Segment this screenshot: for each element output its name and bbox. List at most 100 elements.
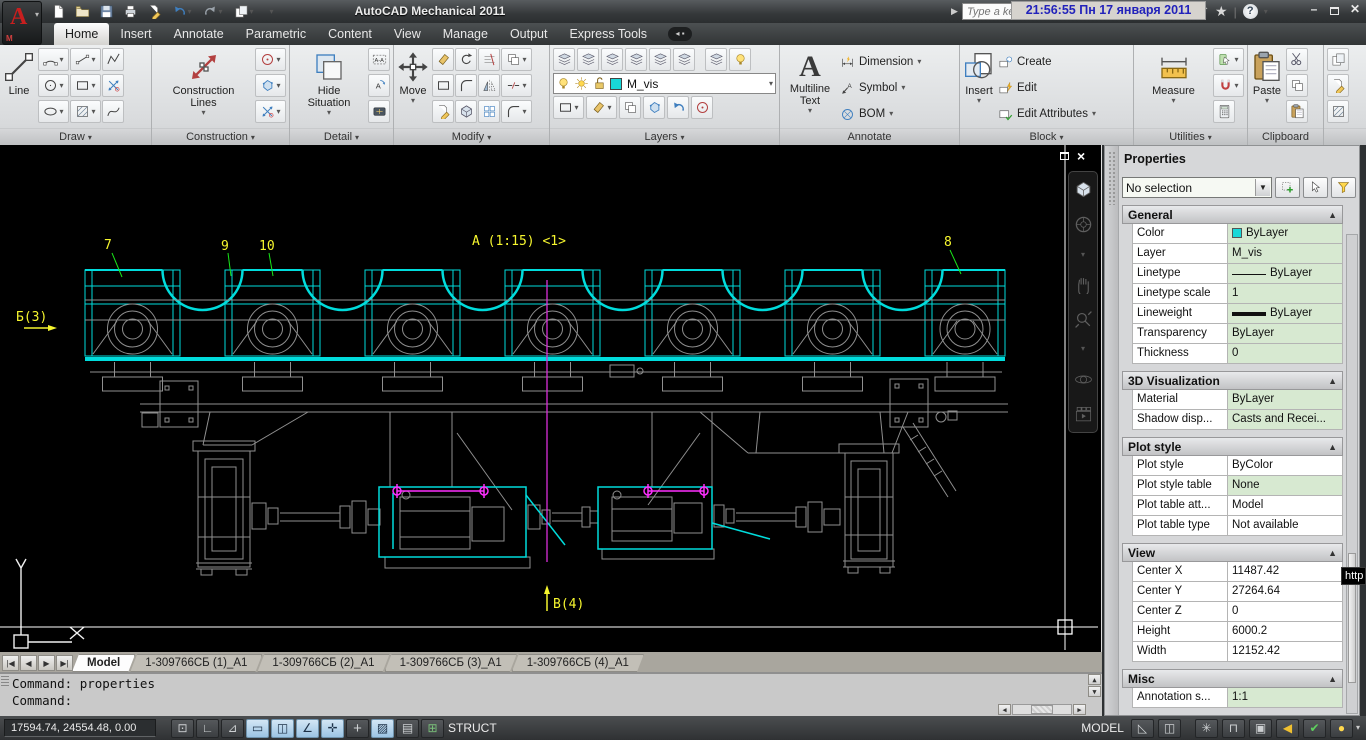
rotate-button[interactable]	[455, 48, 477, 71]
ribbon-extra-button-3[interactable]	[1327, 100, 1349, 123]
tab-output[interactable]: Output	[499, 23, 559, 45]
tab-parametric[interactable]: Parametric	[235, 23, 317, 45]
tab-manage[interactable]: Manage	[432, 23, 499, 45]
hatch-button[interactable]: ▾	[70, 100, 101, 123]
layer-merge-button[interactable]	[691, 96, 713, 119]
scroll-left-icon[interactable]: ◀	[998, 704, 1011, 715]
arc-button[interactable]: ▾	[38, 48, 69, 71]
scroll-right-icon[interactable]: ▶	[1073, 704, 1086, 715]
power-erase-button[interactable]	[432, 48, 454, 71]
layout-tab-1[interactable]: 1-309766СБ (1)_A1	[130, 654, 262, 672]
panel-label-annotate[interactable]: Annotate	[780, 128, 959, 145]
drawing-restore-icon[interactable]	[1060, 152, 1069, 160]
hide-situation-button[interactable]: Hide Situation▾	[293, 48, 365, 128]
erase-construction-button[interactable]: ▾	[255, 100, 286, 123]
tab-insert[interactable]: Insert	[109, 23, 162, 45]
layer-restore-button[interactable]	[667, 96, 689, 119]
plot-button[interactable]	[120, 2, 141, 21]
centerline-button[interactable]	[102, 74, 124, 97]
dynamic-ucs-toggle[interactable]: +	[346, 719, 369, 738]
bom-button[interactable]: BOM▾	[840, 104, 956, 124]
layer-properties-button[interactable]	[553, 48, 575, 71]
next-tab-button[interactable]: ▶	[38, 655, 55, 671]
viewcube-icon[interactable]	[1074, 180, 1093, 199]
scrollbar-thumb[interactable]	[1031, 705, 1053, 714]
dynamic-input-toggle[interactable]: ▨	[371, 719, 394, 738]
panel-label-draw[interactable]: Draw▾	[0, 128, 151, 145]
status-menu-icon[interactable]: ▾	[1356, 724, 1360, 732]
rectangle-button[interactable]: ▾	[70, 74, 101, 97]
restore-button[interactable]	[1330, 7, 1339, 15]
polyline-button[interactable]	[102, 48, 124, 71]
color-value[interactable]: ByLayer	[1228, 224, 1343, 244]
layer-isolate-button[interactable]	[649, 48, 671, 71]
favorites-star-icon[interactable]: ★	[1215, 3, 1228, 20]
polar-tracking-toggle[interactable]: ◫	[271, 719, 294, 738]
showmotion-icon[interactable]	[1074, 405, 1093, 424]
tab-content[interactable]: Content	[317, 23, 383, 45]
layer-off-button[interactable]	[729, 48, 751, 71]
panel-label-utilities[interactable]: Utilities▾	[1134, 128, 1247, 145]
scroll-up-icon[interactable]: ▲	[1088, 674, 1101, 685]
tab-express-tools[interactable]: Express Tools	[558, 23, 658, 45]
layer-dropdown[interactable]: M_vis ▾	[553, 73, 776, 94]
select-objects-button[interactable]	[1303, 177, 1328, 198]
last-tab-button[interactable]: ▶|	[56, 655, 73, 671]
tab-annotate[interactable]: Annotate	[163, 23, 235, 45]
offset-button[interactable]	[455, 74, 477, 97]
layout-icon[interactable]: ◺	[1131, 719, 1154, 738]
minimize-button[interactable]: –	[1307, 3, 1321, 16]
make-current-button[interactable]: ▾	[553, 96, 584, 119]
steering-wheel-icon[interactable]	[1074, 215, 1093, 234]
symbol-button[interactable]: Symbol▾	[840, 78, 956, 98]
snap-mode-toggle[interactable]: ∟	[196, 719, 219, 738]
annotation-scale-value[interactable]: 1:1	[1228, 688, 1343, 708]
tab-view[interactable]: View	[383, 23, 432, 45]
spline-button[interactable]	[102, 100, 124, 123]
layout-tab-2[interactable]: 1-309766СБ (2)_A1	[257, 654, 389, 672]
chevron-down-icon[interactable]: ▾	[1264, 8, 1268, 16]
ribbon-minimize-button[interactable]: ◂ ▪	[668, 27, 692, 41]
chevron-down-icon[interactable]: ▾	[1081, 251, 1085, 259]
orbit-icon[interactable]	[1074, 370, 1093, 389]
layout-tab-model[interactable]: Model	[72, 654, 135, 672]
create-block-button[interactable]: Create	[998, 52, 1130, 72]
ortho-mode-toggle[interactable]: ▭	[246, 719, 269, 738]
pan-hand-icon[interactable]	[1074, 275, 1093, 294]
tab-home[interactable]: Home	[54, 23, 109, 45]
paste-button[interactable]: Paste▾	[1251, 48, 1283, 128]
measure-button[interactable]: Measure▾	[1137, 48, 1210, 128]
circle-button[interactable]: ▾	[38, 74, 69, 97]
trusted-dwg-icon[interactable]: ✔	[1303, 719, 1326, 738]
construction-lines-button[interactable]: Construction Lines▾	[155, 48, 252, 128]
struct-label[interactable]: STRUCT	[448, 721, 497, 735]
edit-attributes-button[interactable]: Edit Attributes▾	[998, 104, 1130, 124]
power-snap-button[interactable]: ▾	[1213, 74, 1244, 97]
plot-table-value[interactable]: None	[1228, 476, 1343, 496]
undo-button[interactable]: ▾	[168, 2, 196, 21]
quick-select-palette-button[interactable]	[1331, 177, 1356, 198]
construction-contour-button[interactable]: ▾	[255, 74, 286, 97]
layout-tab-4[interactable]: 1-309766СБ (4)_A1	[512, 654, 644, 672]
dimension-button[interactable]: Dimension▾	[840, 52, 956, 72]
quick-select-button[interactable]: ▾	[1213, 48, 1244, 71]
sheet-set-button[interactable]: ▾	[230, 2, 258, 21]
annotation-view-button[interactable]	[368, 74, 390, 97]
command-prompt-line[interactable]: Command:	[0, 691, 1102, 708]
quick-properties-toggle[interactable]: ▤	[396, 719, 419, 738]
multiline-text-button[interactable]: AMultiline Text▾	[783, 48, 837, 128]
layer-unisolate-button[interactable]	[673, 48, 695, 71]
section-header-view[interactable]: View▲	[1122, 543, 1343, 562]
close-button[interactable]: ✕	[1348, 3, 1362, 16]
command-line-window[interactable]: Command: properties Command: ▲ ▼ ◀ ▶	[0, 672, 1102, 716]
layout-tab-3[interactable]: 1-309766СБ (3)_A1	[385, 654, 517, 672]
model-space-button[interactable]: MODEL	[1081, 721, 1124, 735]
layer-freeze-button[interactable]	[705, 48, 727, 71]
layer-previous-button[interactable]	[625, 48, 647, 71]
application-menu-button[interactable]: A ▾ M	[2, 1, 42, 45]
layer-walk-button[interactable]	[643, 96, 665, 119]
calculator-button[interactable]	[1213, 100, 1235, 123]
paste-special-button[interactable]	[1286, 100, 1308, 123]
object-snap-toggle[interactable]: ∠	[296, 719, 319, 738]
shadow-value[interactable]: Casts and Recei...	[1228, 410, 1343, 430]
